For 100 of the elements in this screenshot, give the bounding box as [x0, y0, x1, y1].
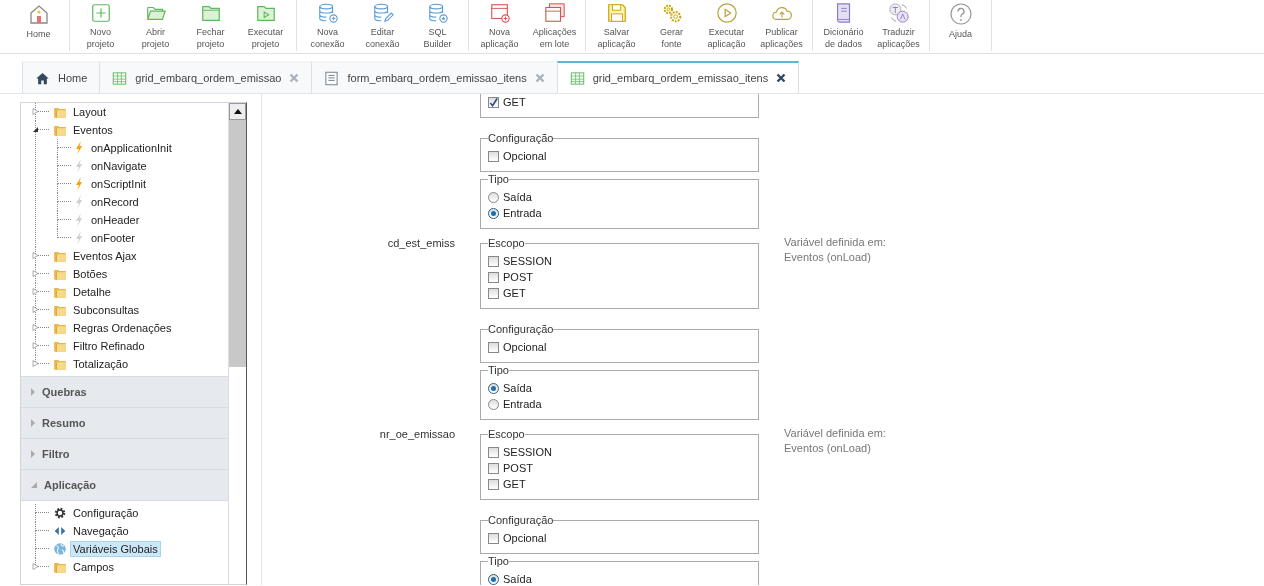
scroll-up-button[interactable]	[229, 103, 246, 120]
group-legend: Escopo	[488, 237, 525, 249]
expand-toggle[interactable]	[32, 563, 39, 570]
expand-toggle[interactable]	[32, 342, 39, 349]
toolbar-button[interactable]: Traduzir aplicações	[871, 0, 926, 51]
option-label[interactable]: GET	[503, 478, 526, 490]
expand-toggle[interactable]	[32, 360, 39, 367]
checkbox[interactable]	[488, 271, 499, 283]
accordion-header[interactable]: Resumo	[21, 407, 229, 438]
accordion-header[interactable]: Quebras	[21, 376, 229, 407]
gear-icon	[53, 506, 67, 520]
tree-item[interactable]: Detalhe	[71, 285, 113, 299]
variable-name: nr_oe_emissao	[378, 428, 456, 442]
toolbar-button[interactable]: Nova conexão	[300, 0, 355, 51]
tree-item[interactable]: onHeader	[89, 213, 142, 227]
checkbox[interactable]	[488, 462, 499, 474]
expand-toggle[interactable]	[32, 288, 39, 295]
toolbar-button[interactable]: Editar conexão	[355, 0, 410, 51]
variable-name: cd_est_emiss	[386, 237, 456, 251]
tree-item[interactable]: Eventos	[71, 123, 115, 137]
tree-item[interactable]: Layout	[71, 105, 109, 119]
tree-item[interactable]: Eventos Ajax	[71, 249, 139, 263]
expand-toggle[interactable]	[32, 252, 39, 259]
option-label[interactable]: Opcional	[503, 341, 547, 353]
tab[interactable]: grid_embarq_ordem_emissao	[99, 61, 313, 93]
group-legend: Tipo	[488, 364, 509, 376]
tab[interactable]: grid_embarq_ordem_emissao_itens	[556, 61, 800, 93]
toolbar-button[interactable]: Home	[11, 0, 66, 51]
tree-item[interactable]: Configuração	[71, 506, 141, 520]
radio-button[interactable]	[488, 382, 499, 394]
tree-item[interactable]: Filtro Refinado	[71, 339, 147, 353]
option-label[interactable]: Opcional	[503, 150, 547, 162]
tab[interactable]: form_embarq_ordem_emissao_itens	[311, 61, 558, 93]
toolbar-button[interactable]: Nova aplicação	[472, 0, 527, 51]
option-label[interactable]: POST	[503, 271, 533, 283]
tree-item[interactable]: onRecord	[89, 195, 141, 209]
toolbar-button[interactable]: Aplicações em lote	[527, 0, 582, 51]
tree-item[interactable]: Campos	[71, 560, 116, 574]
checkbox[interactable]	[488, 150, 499, 162]
table-icon	[569, 70, 585, 86]
checkbox[interactable]	[488, 446, 499, 458]
option-label[interactable]: SESSION	[503, 446, 552, 458]
option-label[interactable]: Entrada	[503, 207, 542, 219]
option-label[interactable]: GET	[503, 287, 526, 299]
toolbar-button[interactable]: Salvar aplicação	[589, 0, 644, 51]
checkbox[interactable]	[488, 96, 499, 108]
variable-note: Variável definida em: Eventos (onLoad)	[783, 235, 887, 265]
radio-button[interactable]	[488, 207, 499, 219]
option-label[interactable]: Saída	[503, 573, 532, 585]
checkbox[interactable]	[488, 478, 499, 490]
toolbar-button[interactable]: Executar projeto	[238, 0, 293, 51]
toolbar-button[interactable]: Publicar aplicações	[754, 0, 809, 51]
radio-button[interactable]	[488, 573, 499, 585]
tree-item[interactable]: onFooter	[89, 231, 138, 245]
option-label[interactable]: Saída	[503, 191, 532, 203]
toolbar-button[interactable]: Fechar projeto	[183, 0, 238, 51]
tree-item[interactable]: Totalização	[71, 357, 131, 371]
group-legend: Escopo	[488, 428, 525, 440]
checkbox[interactable]	[488, 255, 499, 267]
toolbar-button[interactable]: Ajuda	[933, 0, 988, 51]
tree-item[interactable]: Botões	[71, 267, 110, 281]
tree-item[interactable]: Variáveis Globais	[71, 542, 160, 556]
checkbox[interactable]	[488, 532, 499, 544]
expand-toggle[interactable]	[32, 126, 39, 133]
group-legend: Configuração	[488, 514, 554, 526]
group-legend: Configuração	[488, 132, 554, 144]
checkbox[interactable]	[488, 341, 499, 353]
option-label[interactable]: Saída	[503, 382, 532, 394]
toolbar-button[interactable]: Dicionário de dados	[816, 0, 871, 51]
expand-toggle[interactable]	[32, 108, 39, 115]
accordion-header[interactable]: Aplicação	[21, 469, 229, 500]
expand-toggle[interactable]	[32, 324, 39, 331]
tree-item[interactable]: Navegação	[71, 524, 131, 538]
help-icon	[948, 2, 973, 26]
expand-toggle[interactable]	[32, 306, 39, 313]
tree-item[interactable]: onApplicationInit	[89, 141, 174, 155]
tree-item[interactable]: Subconsultas	[71, 303, 142, 317]
tab[interactable]: Home	[22, 61, 101, 93]
radio-button[interactable]	[488, 398, 499, 410]
expand-toggle[interactable]	[32, 270, 39, 277]
close-icon[interactable]	[776, 73, 787, 83]
window-stack-icon	[542, 2, 567, 24]
option-label[interactable]: Opcional	[503, 532, 547, 544]
translate-icon	[886, 2, 911, 24]
toolbar-button[interactable]: Novo projeto	[73, 0, 128, 51]
accordion-header[interactable]: Filtro	[21, 438, 229, 469]
toolbar-button[interactable]: SQL Builder	[410, 0, 465, 51]
radio-button[interactable]	[488, 191, 499, 203]
toolbar-button[interactable]: Executar aplicação	[699, 0, 754, 51]
toolbar-button[interactable]: Abrir projeto	[128, 0, 183, 51]
scrollbar[interactable]	[228, 103, 246, 584]
option-label[interactable]: GET	[503, 96, 526, 108]
checkbox[interactable]	[488, 287, 499, 299]
option-label[interactable]: SESSION	[503, 255, 552, 267]
tree-item[interactable]: Regras Ordenações	[71, 321, 174, 335]
option-label[interactable]: Entrada	[503, 398, 542, 410]
option-label[interactable]: POST	[503, 462, 533, 474]
tree-item[interactable]: onNavigate	[89, 159, 149, 173]
tree-item[interactable]: onScriptInit	[89, 177, 149, 191]
toolbar-button[interactable]: Gerar fonte	[644, 0, 699, 51]
